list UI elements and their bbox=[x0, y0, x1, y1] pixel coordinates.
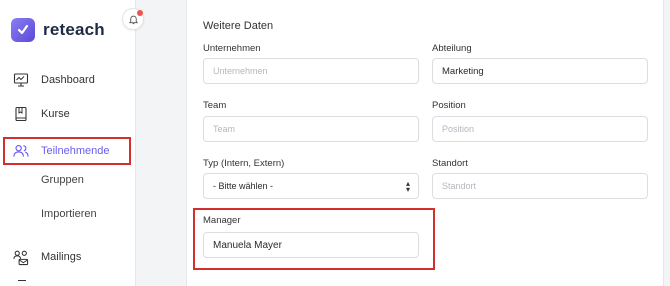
brand-name: reteach bbox=[43, 20, 105, 39]
sidebar-item-label: Gruppen bbox=[41, 174, 84, 186]
manager-label: Manager bbox=[203, 215, 241, 226]
team-label: Team bbox=[203, 100, 227, 111]
section-title: Weitere Daten bbox=[203, 20, 274, 32]
typ-select[interactable]: - Bitte wählen - ▴ ▾ bbox=[203, 173, 419, 199]
manager-input[interactable]: Manuela Mayer bbox=[203, 232, 419, 258]
sidebar-item-next-icon bbox=[18, 280, 26, 286]
sidebar-item-mailings[interactable]: Mailings bbox=[0, 242, 136, 272]
logo[interactable]: reteach bbox=[11, 18, 105, 42]
sidebar-item-gruppen[interactable]: Gruppen bbox=[0, 165, 136, 195]
standort-input[interactable]: Standort bbox=[432, 173, 648, 199]
logo-icon bbox=[11, 18, 35, 42]
sidebar: reteach Dashboard Kurse Teilnehmende Gru… bbox=[0, 0, 136, 286]
sidebar-item-dashboard[interactable]: Dashboard bbox=[0, 65, 136, 95]
standort-label: Standort bbox=[432, 158, 468, 169]
team-input[interactable]: Team bbox=[203, 116, 419, 142]
unternehmen-label: Unternehmen bbox=[203, 43, 261, 54]
position-input[interactable]: Position bbox=[432, 116, 648, 142]
sidebar-item-label: Kurse bbox=[41, 108, 70, 120]
typ-label: Typ (Intern, Extern) bbox=[203, 158, 285, 169]
sidebar-item-label: Mailings bbox=[41, 251, 82, 263]
sidebar-item-importieren[interactable]: Importieren bbox=[0, 199, 136, 229]
sidebar-item-label: Dashboard bbox=[41, 74, 95, 86]
position-label: Position bbox=[432, 100, 466, 111]
notification-badge bbox=[137, 10, 143, 16]
sidebar-item-kurse[interactable]: Kurse bbox=[0, 99, 136, 129]
sidebar-item-label: Importieren bbox=[41, 208, 97, 220]
highlight-box-teilnehmende bbox=[3, 137, 131, 165]
unternehmen-input[interactable]: Unternehmen bbox=[203, 58, 419, 84]
notification-bell[interactable] bbox=[122, 8, 144, 30]
bell-icon bbox=[128, 15, 138, 24]
book-icon bbox=[13, 106, 29, 122]
mailings-icon bbox=[13, 249, 29, 265]
select-arrows-icon: ▴ ▾ bbox=[405, 179, 410, 194]
dashboard-icon bbox=[13, 72, 29, 88]
abteilung-input[interactable]: Marketing bbox=[432, 58, 648, 84]
typ-select-value: - Bitte wählen - bbox=[213, 181, 274, 191]
abteilung-label: Abteilung bbox=[432, 43, 472, 54]
